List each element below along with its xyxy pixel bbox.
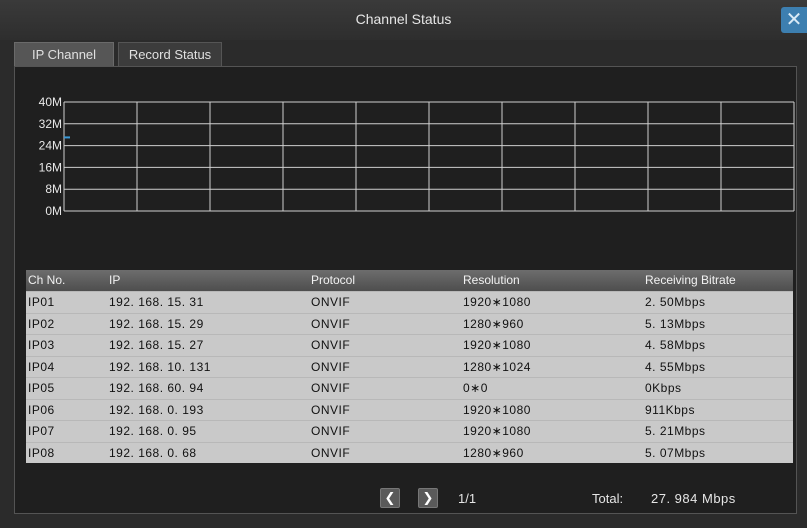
cell-ch-no: IP06 — [28, 402, 55, 417]
cell-protocol: ONVIF — [311, 338, 351, 352]
table-header: Ch No. IP Protocol Resolution Receiving … — [26, 270, 793, 291]
cell-ip: 192. 168. 0. 95 — [109, 424, 197, 438]
total-bitrate-value: 27. 984 Mbps — [651, 491, 736, 506]
cell-ip: 192. 168. 10. 131 — [109, 359, 211, 374]
header-resolution: Resolution — [463, 273, 520, 287]
table-row[interactable]: IP05 192. 168. 60. 94 ONVIF 0∗0 0Kbps — [26, 377, 793, 398]
table-row[interactable]: IP03 192. 168. 15. 27 ONVIF 1920∗1080 4. 58M… — [26, 334, 793, 355]
y-tick-label: 0M — [45, 204, 62, 218]
cell-ch-no: IP07 — [28, 424, 55, 438]
cell-resolution: 1920∗1080 — [463, 338, 531, 352]
cell-ch-no: IP05 — [28, 381, 55, 395]
y-tick-label: 32M — [39, 117, 62, 131]
y-tick-label: 16M — [39, 160, 62, 174]
channel-table: Ch No. IP Protocol Resolution Receiving … — [26, 270, 793, 463]
cell-bitrate: 911Kbps — [645, 402, 695, 417]
channel-status-window: Channel Status ✕ IP Channel Record Statu… — [0, 0, 807, 528]
table-row[interactable]: IP01 192. 168. 15. 31 ONVIF 1920∗1080 2. 50M… — [26, 291, 793, 312]
cell-ch-no: IP01 — [28, 295, 55, 309]
y-tick-label: 40M — [39, 95, 62, 109]
cell-resolution: 0∗0 — [463, 381, 488, 395]
cell-bitrate: 4. 55Mbps — [645, 359, 706, 374]
prev-page-button[interactable]: ❮ — [380, 488, 400, 508]
footer-bar: ❮ ❯ 1/1 Total: 27. 984 Mbps — [0, 483, 807, 513]
cell-bitrate: 5. 21Mbps — [645, 424, 706, 438]
table-row[interactable]: IP02 192. 168. 15. 29 ONVIF 1280∗960 5. 13Mb… — [26, 312, 793, 334]
cell-protocol: ONVIF — [311, 316, 351, 331]
cell-bitrate: 5. 13Mbps — [645, 316, 706, 331]
table-row[interactable]: IP04 192. 168. 10. 131 ONVIF 1280∗1024 4. 55… — [26, 355, 793, 377]
cell-ip: 192. 168. 60. 94 — [109, 381, 204, 395]
table-row[interactable]: IP07 192. 168. 0. 95 ONVIF 1920∗1080 5. 21Mb… — [26, 420, 793, 441]
header-receiving-bitrate: Receiving Bitrate — [645, 273, 736, 287]
cell-resolution: 1280∗960 — [463, 316, 524, 331]
total-label: Total: — [592, 491, 624, 506]
page-indicator: 1/1 — [458, 491, 477, 506]
cell-ch-no: IP03 — [28, 338, 55, 352]
table-row[interactable]: IP08 192. 168. 0. 68 ONVIF 1280∗960 5. 07Mbp… — [26, 441, 793, 463]
cell-resolution: 1920∗1080 — [463, 402, 531, 417]
cell-resolution: 1280∗960 — [463, 445, 524, 460]
header-ch-no: Ch No. — [28, 273, 66, 287]
cell-bitrate: 4. 58Mbps — [645, 338, 706, 352]
cell-protocol: ONVIF — [311, 359, 351, 374]
header-protocol: Protocol — [311, 273, 356, 287]
cell-ip: 192. 168. 0. 68 — [109, 445, 197, 460]
cell-resolution: 1920∗1080 — [463, 295, 531, 309]
cell-protocol: ONVIF — [311, 445, 351, 460]
cell-ip: 192. 168. 0. 193 — [109, 402, 204, 417]
cell-ip: 192. 168. 15. 27 — [109, 338, 204, 352]
cell-ch-no: IP02 — [28, 316, 55, 331]
cell-protocol: ONVIF — [311, 381, 351, 395]
cell-ch-no: IP04 — [28, 359, 55, 374]
cell-protocol: ONVIF — [311, 295, 351, 309]
y-tick-label: 24M — [39, 139, 62, 153]
next-page-button[interactable]: ❯ — [418, 488, 438, 508]
table-row[interactable]: IP06 192. 168. 0. 193 ONVIF 1920∗1080 911Kbp… — [26, 398, 793, 420]
cell-bitrate: 5. 07Mbps — [645, 445, 706, 460]
cell-protocol: ONVIF — [311, 402, 351, 417]
cell-bitrate: 2. 50Mbps — [645, 295, 706, 309]
y-tick-label: 8M — [45, 182, 62, 196]
cell-ch-no: IP08 — [28, 445, 55, 460]
cell-bitrate: 0Kbps — [645, 381, 682, 395]
cell-protocol: ONVIF — [311, 424, 351, 438]
cell-ip: 192. 168. 15. 31 — [109, 295, 204, 309]
header-ip: IP — [109, 273, 121, 287]
cell-ip: 192. 168. 15. 29 — [109, 316, 204, 331]
cell-resolution: 1280∗1024 — [463, 359, 531, 374]
bitrate-chart: 40M 32M 24M 16M 8M 0M — [39, 95, 795, 218]
cell-resolution: 1920∗1080 — [463, 424, 531, 438]
